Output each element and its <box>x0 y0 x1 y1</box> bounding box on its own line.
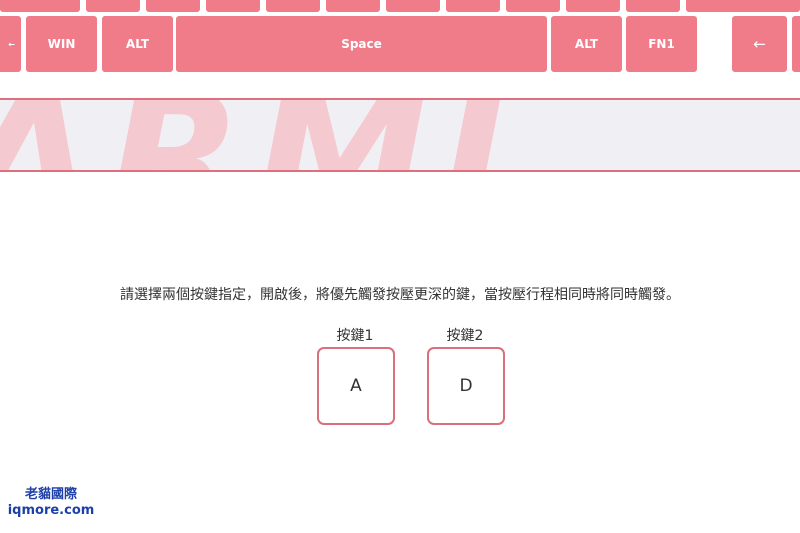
site-watermark: 老貓國際 iqmore.com <box>6 486 96 519</box>
keyboard-key[interactable] <box>686 0 800 12</box>
keyboard-key[interactable] <box>146 0 200 12</box>
key-alt-left[interactable]: ALT <box>102 16 173 72</box>
key-right-edge[interactable] <box>792 16 800 72</box>
keyboard-key[interactable] <box>86 0 140 12</box>
key-label: Space <box>341 37 382 51</box>
keyboard-key[interactable] <box>266 0 320 12</box>
slot-1-key-box[interactable]: A <box>317 347 395 425</box>
key-left-edge[interactable]: ← <box>0 16 21 72</box>
brand-banner: ARMI <box>0 98 800 172</box>
slot-2-key-box[interactable]: D <box>427 347 505 425</box>
keyboard-key[interactable] <box>506 0 560 12</box>
slot-2-value: D <box>459 376 473 396</box>
key-label: WIN <box>47 37 76 51</box>
watermark-name: 老貓國際 <box>24 487 77 502</box>
keyboard-key[interactable] <box>626 0 680 12</box>
key-win[interactable]: WIN <box>26 16 97 72</box>
key-fn1[interactable]: FN1 <box>626 16 697 72</box>
brand-watermark-art: ARMI <box>0 100 517 172</box>
keyboard-key[interactable] <box>0 0 80 12</box>
key-space[interactable]: Space <box>176 16 547 72</box>
key-label: ← <box>8 39 15 49</box>
key-label: FN1 <box>648 37 675 51</box>
keyboard-key[interactable] <box>206 0 260 12</box>
slot-2-label: 按鍵2 <box>446 328 484 344</box>
keyboard-key[interactable] <box>386 0 440 12</box>
keyboard-key[interactable] <box>446 0 500 12</box>
instruction-text: 請選擇兩個按鍵指定，開啟後，將優先觸發按壓更深的鍵，當按壓行程相同時將同時觸發。 <box>120 287 680 303</box>
left-arrow-icon: ← <box>753 35 766 53</box>
key-alt-right[interactable]: ALT <box>551 16 622 72</box>
slot-1-label: 按鍵1 <box>336 328 374 344</box>
keyboard-key[interactable] <box>326 0 380 12</box>
brand-watermark-text: ARMI <box>0 100 517 172</box>
slot-1-value: A <box>350 376 362 396</box>
watermark-domain: iqmore.com <box>7 503 95 518</box>
key-label: ALT <box>125 37 150 51</box>
key-label: ALT <box>574 37 599 51</box>
key-left-arrow[interactable]: ← <box>732 16 787 72</box>
keyboard-key[interactable] <box>566 0 620 12</box>
